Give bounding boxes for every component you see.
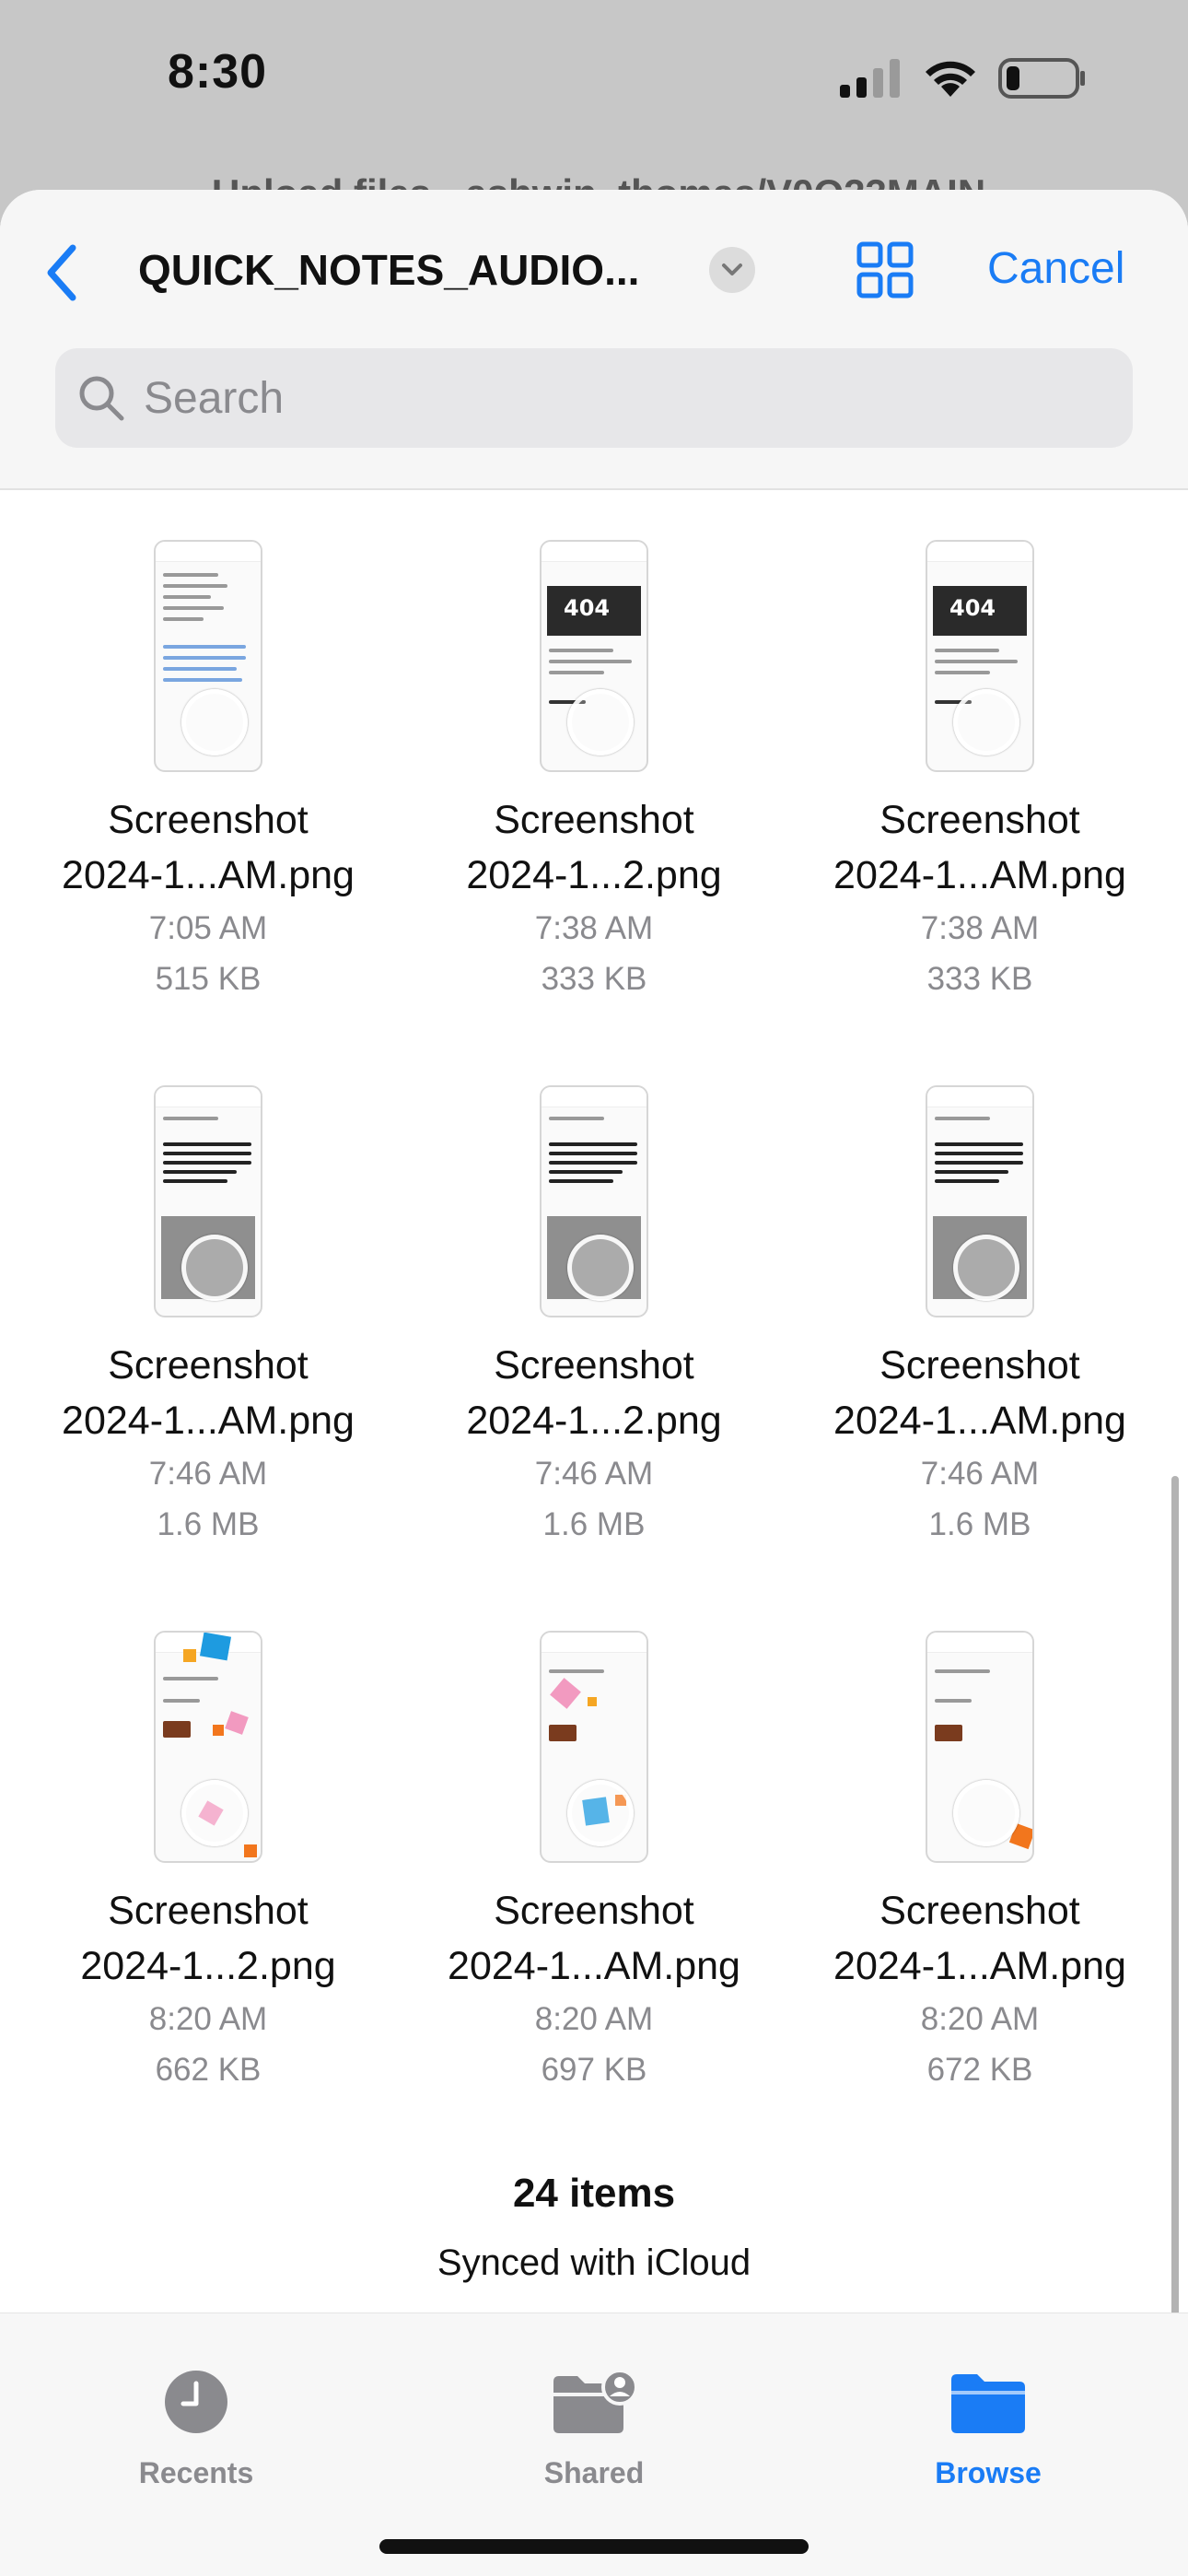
file-name-line2: 2024-1...2.png	[80, 1944, 336, 1988]
chevron-down-icon	[722, 263, 742, 275]
file-time: 7:46 AM	[920, 1456, 1040, 1492]
file-name-line1: Screenshot	[879, 1889, 1080, 1933]
folder-title[interactable]: QUICK_NOTES_AUDIO...	[138, 245, 639, 295]
file-thumbnail	[154, 1085, 262, 1317]
clock-icon	[165, 2371, 227, 2433]
file-thumbnail: 404	[926, 540, 1034, 772]
file-time: 7:38 AM	[534, 910, 654, 946]
tab-recents[interactable]: Recents	[86, 2369, 307, 2490]
file-item[interactable]: Screenshot 2024-1...AM.png 7:46 AM 1.6 M…	[786, 1085, 1173, 1550]
shared-folder-icon	[553, 2369, 638, 2433]
file-size: 1.6 MB	[928, 1506, 1031, 1542]
file-size: 672 KB	[926, 2052, 1033, 2088]
file-thumbnail	[154, 1631, 262, 1863]
file-size: 333 KB	[541, 961, 647, 997]
file-name-line2: 2024-1...AM.png	[833, 853, 1126, 897]
file-name-line2: 2024-1...2.png	[466, 1399, 722, 1443]
home-indicator[interactable]	[379, 2539, 809, 2554]
folder-menu-button[interactable]	[709, 247, 755, 293]
item-count: 24 items	[512, 2171, 676, 2216]
file-name-line1: Screenshot	[108, 798, 309, 842]
file-name-line2: 2024-1...2.png	[466, 853, 722, 897]
file-size: 515 KB	[155, 961, 262, 997]
file-item[interactable]: Screenshot 2024-1...AM.png 8:20 AM 697 K…	[401, 1631, 787, 2095]
search-bar[interactable]	[55, 348, 1133, 448]
file-thumbnail	[926, 1631, 1034, 1863]
file-time: 7:46 AM	[534, 1456, 654, 1492]
file-name-line1: Screenshot	[494, 1343, 694, 1388]
file-name-line1: Screenshot	[494, 1889, 694, 1933]
file-item[interactable]: Screenshot 2024-1...AM.png 8:20 AM 672 K…	[786, 1631, 1173, 2095]
file-name-line1: Screenshot	[879, 1343, 1080, 1388]
folder-icon	[951, 2374, 1025, 2433]
file-name-line2: 2024-1...AM.png	[833, 1944, 1126, 1988]
file-thumbnail	[540, 1631, 648, 1863]
file-name-line2: 2024-1...AM.png	[62, 1399, 355, 1443]
file-size: 662 KB	[155, 2052, 262, 2088]
cancel-button[interactable]: Cancel	[987, 243, 1124, 294]
sheet-header: QUICK_NOTES_AUDIO... Cancel	[0, 190, 1188, 490]
file-item[interactable]: 404 Screenshot 2024-1...2.png 7:38 AM 33…	[401, 540, 787, 1004]
file-time: 8:20 AM	[148, 2001, 268, 2037]
file-thumbnail	[540, 1085, 648, 1317]
file-name-line1: Screenshot	[108, 1889, 309, 1933]
tab-browse[interactable]: Browse	[878, 2369, 1099, 2490]
tab-label: Browse	[935, 2456, 1042, 2489]
file-thumbnail	[154, 540, 262, 772]
chevron-left-icon	[47, 244, 76, 301]
search-input[interactable]	[144, 372, 1065, 424]
file-item[interactable]: 404 Screenshot 2024-1...AM.png 7:38 AM 3…	[786, 540, 1173, 1004]
file-time: 8:20 AM	[534, 2001, 654, 2037]
folder-summary: 24 items Synced with iCloud	[0, 2171, 1188, 2284]
file-picker-sheet: QUICK_NOTES_AUDIO... Cancel Search Scree…	[0, 190, 1188, 2576]
file-name-line1: Screenshot	[879, 798, 1080, 842]
status-time: 8:30	[168, 45, 268, 99]
cellular-signal-icon	[840, 59, 900, 98]
back-button[interactable]	[29, 236, 94, 310]
status-bar: 8:30	[0, 0, 1188, 166]
file-thumbnail: 404	[540, 540, 648, 772]
file-name-line1: Screenshot	[108, 1343, 309, 1388]
status-icons	[838, 57, 1087, 100]
wifi-icon	[926, 61, 975, 97]
file-name-line2: 2024-1...AM.png	[62, 853, 355, 897]
file-size: 333 KB	[926, 961, 1033, 997]
file-thumbnail	[926, 1085, 1034, 1317]
file-name-line2: 2024-1...AM.png	[448, 1944, 740, 1988]
battery-icon	[998, 58, 1085, 99]
file-size: 1.6 MB	[157, 1506, 260, 1542]
tab-shared[interactable]: Shared	[483, 2369, 705, 2490]
file-time: 8:20 AM	[920, 2001, 1040, 2037]
file-size: 1.6 MB	[542, 1506, 646, 1542]
file-time: 7:38 AM	[920, 910, 1040, 946]
file-item[interactable]: Screenshot 2024-1...AM.png 7:05 AM 515 K…	[15, 540, 402, 1004]
sync-status: Synced with iCloud	[437, 2242, 751, 2283]
view-mode-button[interactable]	[856, 241, 914, 299]
file-item[interactable]: Screenshot 2024-1...AM.png 7:46 AM 1.6 M…	[15, 1085, 402, 1550]
search-icon	[79, 376, 124, 421]
file-item[interactable]: Screenshot 2024-1...2.png 7:46 AM 1.6 MB	[401, 1085, 787, 1550]
screen: 8:30 Upload files - ashwin_thomas/V0O23M…	[0, 0, 1188, 2576]
file-item[interactable]: Screenshot 2024-1...2.png 8:20 AM 662 KB	[15, 1631, 402, 2095]
tab-bar: Recents Shared Browse	[0, 2313, 1188, 2576]
file-name-line2: 2024-1...AM.png	[833, 1399, 1126, 1443]
grid-view-icon	[856, 241, 914, 299]
file-name-line1: Screenshot	[494, 798, 694, 842]
tab-label: Recents	[138, 2456, 254, 2489]
file-time: 7:46 AM	[148, 1456, 268, 1492]
file-time: 7:05 AM	[148, 910, 268, 946]
file-size: 697 KB	[541, 2052, 647, 2088]
tab-label: Shared	[543, 2456, 645, 2489]
